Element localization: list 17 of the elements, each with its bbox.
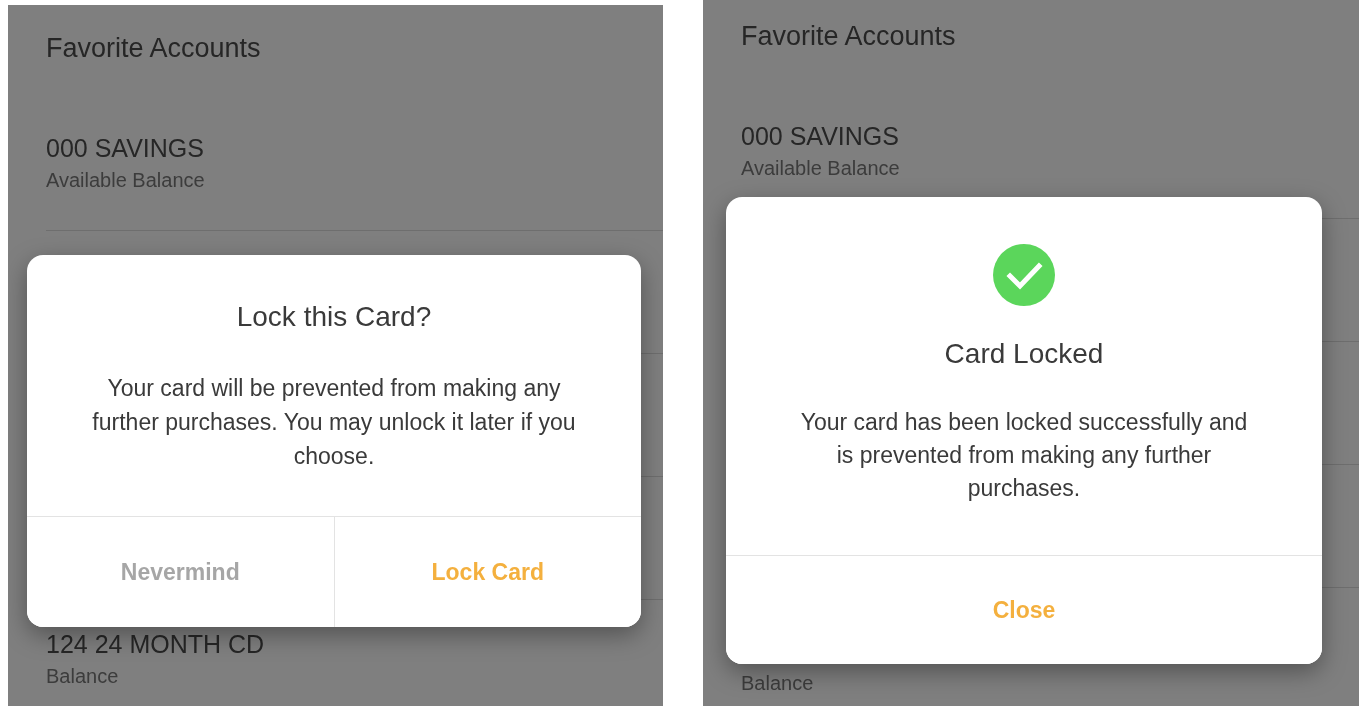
confirm-button[interactable]: Lock Card bbox=[333, 517, 641, 627]
account-balance-label: Available Balance bbox=[46, 169, 206, 192]
account-balance-label: Balance bbox=[741, 672, 815, 695]
account-balance-label: Available Balance bbox=[741, 157, 901, 180]
section-title: Favorite Accounts bbox=[46, 33, 262, 65]
cancel-button[interactable]: Nevermind bbox=[27, 517, 334, 627]
dialog-message: Your card will be prevented from making any further purchases. You may unlock it later if you choose. bbox=[91, 374, 577, 471]
account-name: 000 SAVINGS bbox=[741, 122, 900, 151]
dialog-title: Card Locked bbox=[944, 338, 1104, 370]
dialog-message: Your card has been locked successfully and is prevented from making any further purchases. bbox=[799, 408, 1249, 503]
confirm-button[interactable]: Close bbox=[726, 556, 1322, 664]
dialog-title: Lock this Card? bbox=[236, 301, 432, 333]
check-circle-icon bbox=[993, 244, 1055, 306]
account-name: 124 24 MONTH CD bbox=[46, 630, 266, 659]
account-balance-label: Balance bbox=[46, 665, 120, 688]
account-name: 000 SAVINGS bbox=[46, 134, 205, 163]
section-title: Favorite Accounts bbox=[741, 21, 957, 53]
